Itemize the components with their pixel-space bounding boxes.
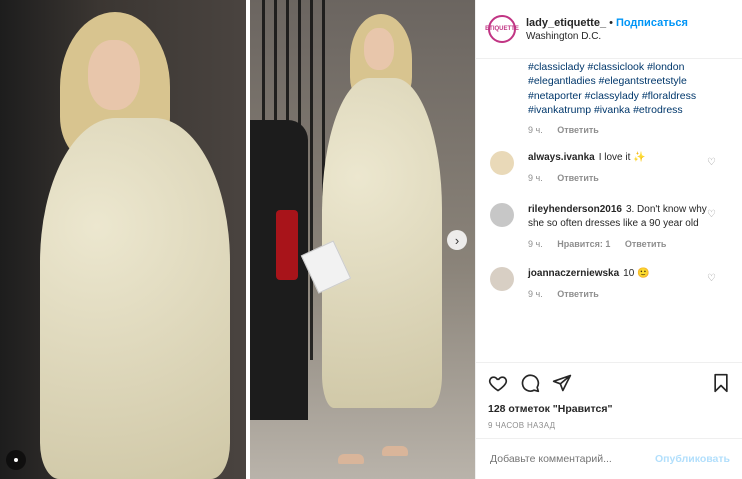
hashtag-link[interactable]: #floraldress — [642, 90, 696, 102]
comment-input[interactable] — [488, 452, 656, 466]
comment-meta: 9 ч. Ответить — [528, 289, 708, 299]
caption-meta: 9 ч. Ответить — [528, 125, 742, 135]
comment-meta: 9 ч. Нравится: 1 Ответить — [528, 239, 708, 249]
left-woman-face — [88, 40, 140, 110]
comment-like-heart-icon[interactable]: ♡ — [707, 209, 716, 220]
follow-button[interactable]: Подписаться — [616, 17, 688, 29]
chevron-right-icon: › — [454, 232, 460, 248]
commenter-username[interactable]: joannaczerniewska — [528, 268, 619, 279]
add-comment-bar: Опубликовать — [476, 438, 742, 479]
header-line: lady_etiquette_ • Подписаться — [526, 17, 688, 29]
comment-time: 9 ч. — [528, 173, 543, 184]
car-taillight — [276, 210, 298, 280]
commenter-avatar[interactable] — [490, 267, 514, 292]
commenter-avatar[interactable] — [490, 151, 514, 176]
caption-hashtags: #classiclady #classiclook #london #elega… — [528, 60, 728, 117]
bookmark-icon[interactable] — [712, 373, 730, 393]
hashtag-link[interactable]: #ivankatrump — [528, 104, 591, 116]
comment-text: rileyhenderson2016 3. Don't know why she … — [528, 203, 708, 231]
action-icons — [488, 371, 730, 395]
comment-reply-button[interactable]: Ответить — [557, 173, 599, 183]
next-photo-button[interactable]: › — [447, 230, 467, 250]
right-shoe — [382, 446, 408, 456]
heart-icon[interactable] — [488, 373, 508, 393]
commenter-username[interactable]: always.ivanka — [528, 152, 595, 163]
hashtag-link[interactable]: #etrodress — [633, 104, 683, 116]
hashtag-link[interactable]: #elegantladies — [528, 75, 596, 87]
comment-reply-button[interactable]: Ответить — [557, 289, 599, 299]
commenter-username[interactable]: rileyhenderson2016 — [528, 204, 622, 215]
hashtag-link[interactable]: #classiclady — [528, 61, 585, 73]
hashtag-link[interactable]: #classiclook — [588, 61, 645, 73]
author-username[interactable]: lady_etiquette_ — [526, 17, 606, 29]
comment-item: joannaczerniewska 10 🙂 9 ч. Ответить ♡ — [476, 267, 742, 299]
post-time-ago: 9 ЧАСОВ НАЗАД — [488, 421, 556, 430]
comment-like-heart-icon[interactable]: ♡ — [707, 273, 716, 284]
author-avatar[interactable]: ETIQUETTE — [485, 15, 519, 43]
left-shoe — [338, 454, 364, 464]
caption-time: 9 ч. — [528, 125, 543, 136]
instagram-post-view: › ETIQUETTE lady_etiquette_ • Подписаться … — [0, 0, 742, 479]
post-photo[interactable]: › — [0, 0, 475, 479]
caption-reply-button[interactable]: Ответить — [557, 125, 599, 135]
photo-divider — [246, 0, 250, 479]
more-dots-icon — [14, 458, 18, 462]
comment-body: 10 🙂 — [623, 268, 650, 280]
right-woman-face — [364, 28, 394, 70]
post-actions: 128 отметок "Нравится" 9 ЧАСОВ НАЗАД — [476, 362, 742, 430]
comment-meta: 9 ч. Ответить — [528, 173, 708, 183]
hashtag-link[interactable]: #ivanka — [594, 104, 630, 116]
comment-likes-count[interactable]: Нравится: 1 — [557, 239, 610, 249]
comment-like-heart-icon[interactable]: ♡ — [707, 157, 716, 168]
share-icon[interactable] — [552, 373, 572, 393]
comment-reply-button[interactable]: Ответить — [625, 239, 667, 249]
publish-button[interactable]: Опубликовать — [655, 453, 730, 465]
commenter-avatar[interactable] — [490, 203, 514, 228]
left-woman-dress — [40, 118, 230, 479]
post-location[interactable]: Washington D.C. — [526, 31, 688, 42]
separator-dot: • — [609, 16, 613, 29]
post-header: ETIQUETTE lady_etiquette_ • Подписаться Wa… — [476, 0, 742, 59]
comment-text: always.ivanka I love it ✨ — [528, 151, 708, 165]
comment-time: 9 ч. — [528, 289, 543, 300]
hashtag-link[interactable]: #netaporter — [528, 90, 582, 102]
right-woman-dress — [322, 78, 442, 408]
header-text: lady_etiquette_ • Подписаться Washington D… — [526, 17, 688, 42]
hashtag-link[interactable]: #classylady — [585, 90, 639, 102]
comment-body: I love it ✨ — [598, 152, 646, 164]
more-options-button[interactable] — [6, 450, 26, 470]
comment-item: rileyhenderson2016 3. Don't know why she … — [476, 203, 742, 249]
comment-item: always.ivanka I love it ✨ 9 ч. Ответить ♡ — [476, 151, 742, 183]
post-side-panel: ETIQUETTE lady_etiquette_ • Подписаться Wa… — [475, 0, 742, 479]
hashtag-link[interactable]: #london — [647, 61, 684, 73]
comments-list[interactable]: #classiclady #classiclook #london #elega… — [476, 60, 742, 362]
comment-time: 9 ч. — [528, 239, 543, 250]
comment-icon[interactable] — [520, 373, 540, 393]
comment-text: joannaczerniewska 10 🙂 — [528, 267, 708, 281]
hashtag-link[interactable]: #elegantstreetstyle — [599, 75, 687, 87]
likes-count[interactable]: 128 отметок "Нравится" — [488, 403, 730, 415]
